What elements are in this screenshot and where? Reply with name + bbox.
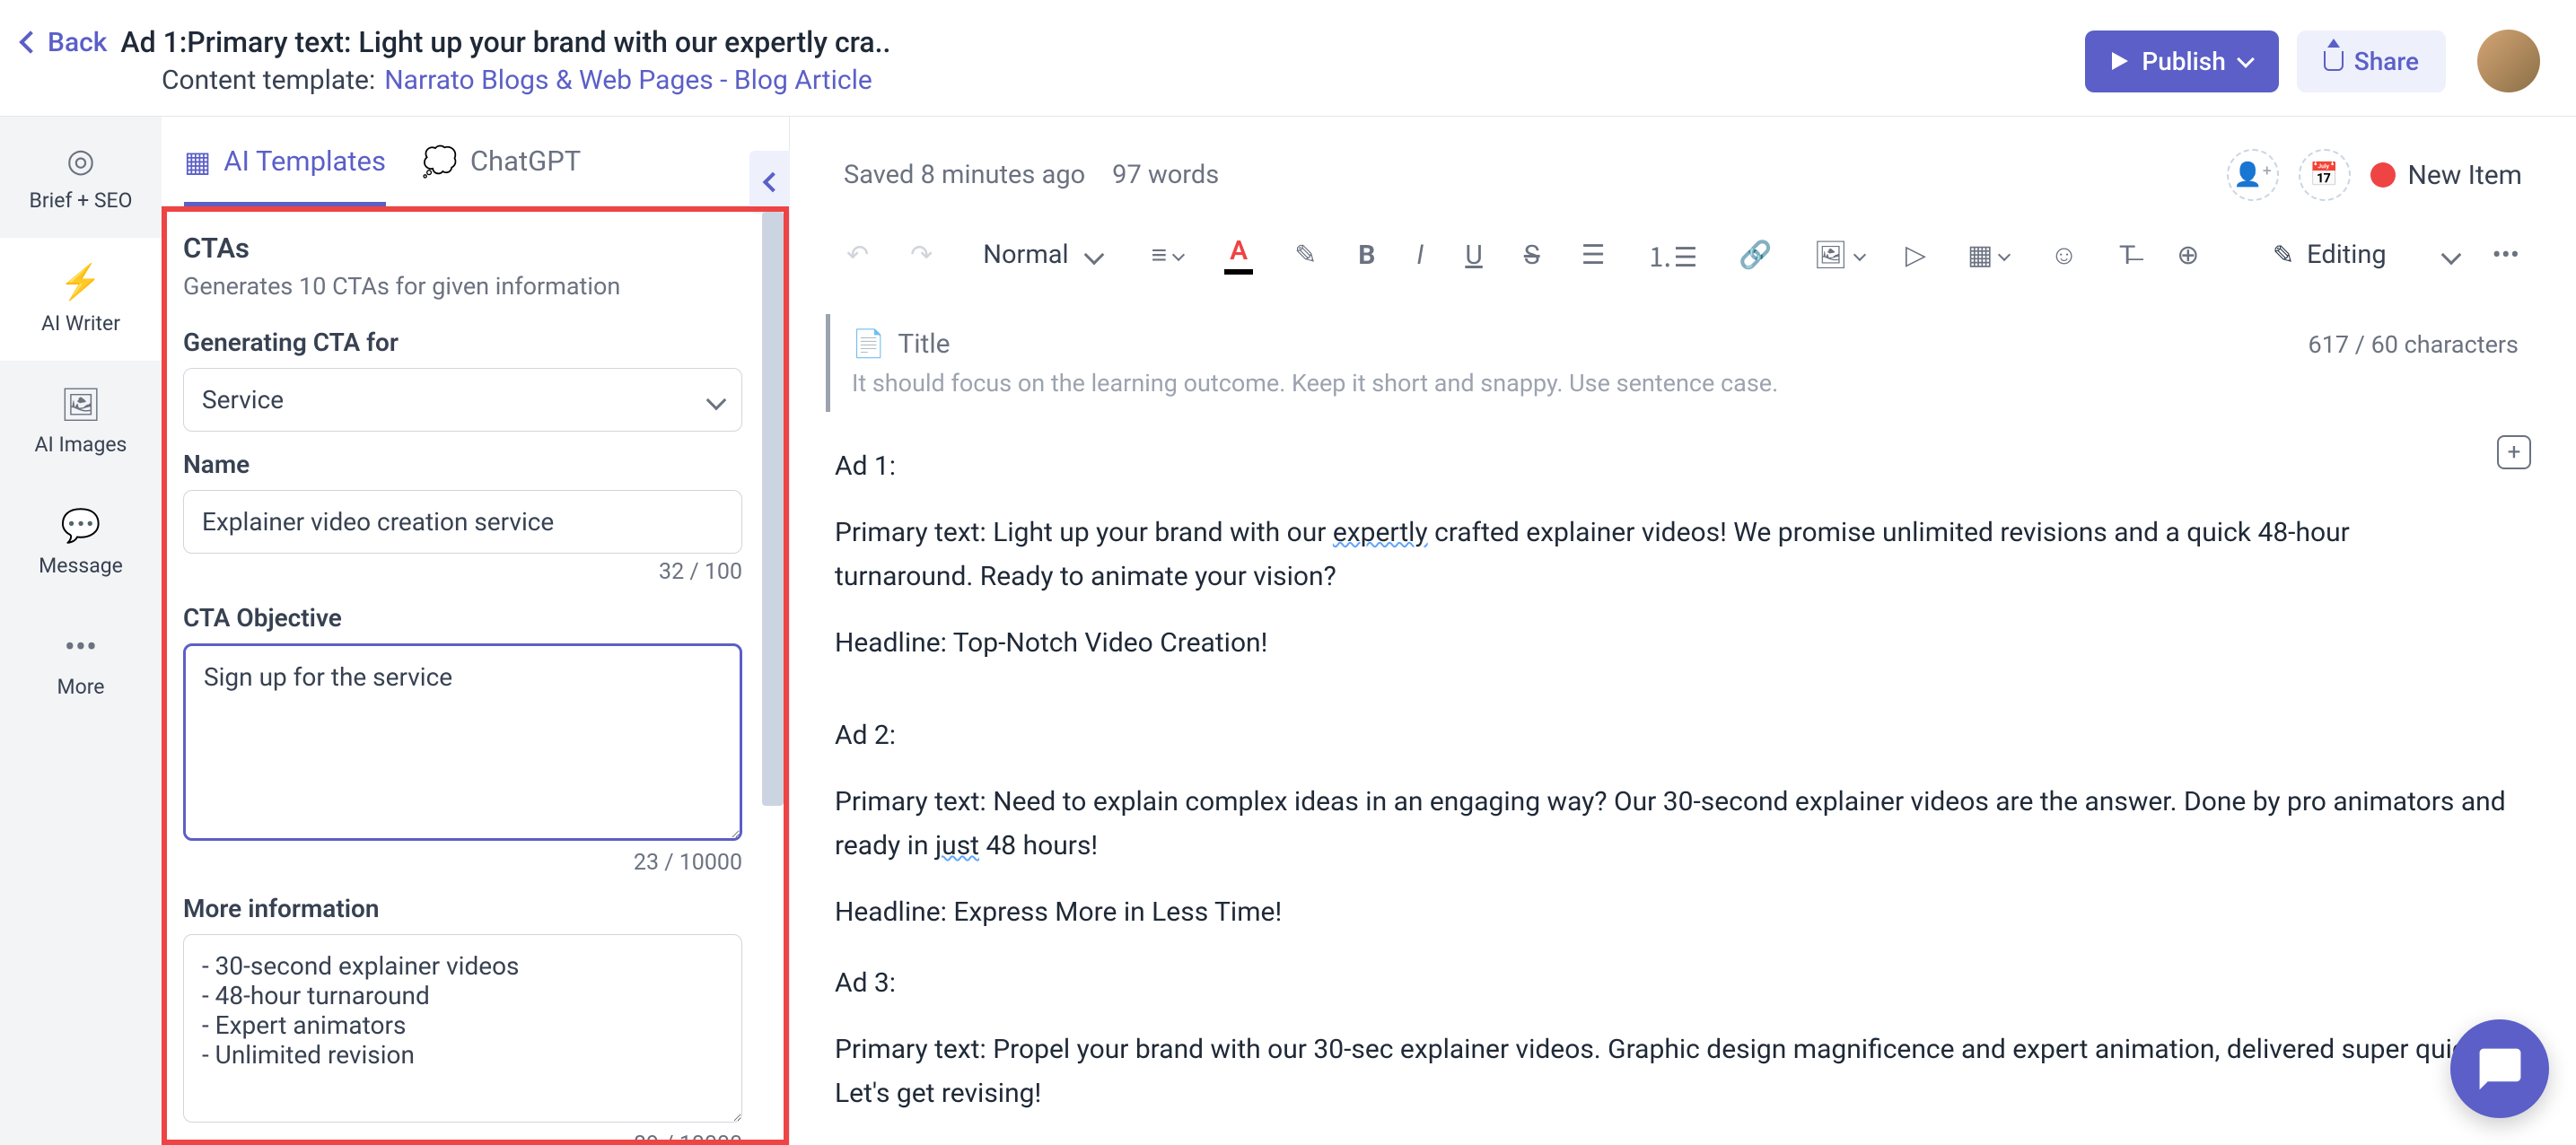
rail-more[interactable]: ••• More [0,603,162,724]
editor-toolbar: ↶ ↷ Normal ≡ A ✎ B I U S ☰ ⒈☰ 🔗 🖼 ▷ ▦ ☺ … [826,219,2540,300]
bolt-icon: ⚡ [59,263,101,302]
ad3-primary: Primary text: Propel your brand with our… [835,1027,2531,1116]
user-avatar[interactable] [2477,30,2540,92]
title-hint: It should focus on the learning outcome.… [852,369,2519,398]
image-button[interactable]: 🖼 [1807,234,1871,276]
upload-icon [2324,51,2344,71]
number-list-button[interactable]: ⒈☰ [1640,230,1705,280]
collapse-panel-button[interactable] [749,151,790,214]
moreinfo-textarea[interactable] [183,934,742,1123]
bold-button[interactable]: B [1351,234,1382,276]
name-input[interactable] [183,490,742,554]
generating-label: Generating CTA for [183,328,742,357]
name-count: 32 / 100 [183,559,742,585]
moreinfo-count: 89 / 10000 [183,1132,742,1145]
name-label: Name [183,450,742,479]
ad2-primary: Primary text: Need to explain complex id… [835,780,2531,869]
link-button[interactable]: 🔗 [1731,234,1779,276]
add-date-button[interactable]: 📅 [2299,149,2351,201]
ad2-number: Ad 2: [835,713,2531,758]
ad3-number: Ad 3: [835,961,2531,1006]
emoji-button[interactable]: ☺ [2043,234,2085,276]
new-item-label[interactable]: New Item [2408,160,2523,191]
redo-button[interactable]: ↷ [903,234,940,276]
chevron-left-icon [762,172,783,193]
chatgpt-icon: 💭 [422,144,458,179]
share-button[interactable]: Share [2297,31,2446,92]
editor-area: Saved 8 minutes ago 97 words 👤⁺ 📅 New It… [790,117,2576,1145]
chat-icon: 💬 [61,507,101,545]
template-label: Content template: [162,65,375,96]
scrollbar[interactable] [762,212,784,806]
chevron-down-icon [1083,245,1104,266]
document-icon: 📄 [852,328,885,360]
generating-select[interactable]: Service [183,368,742,432]
top-header: Back Ad 1:Primary text: Light up your br… [0,0,2576,117]
rail-ai-writer[interactable]: ⚡ AI Writer [0,238,162,361]
chevron-down-icon [706,389,727,410]
tab-ai-templates[interactable]: ▦ AI Templates [184,118,386,205]
clear-format-button[interactable]: T̶ [2112,234,2142,276]
ad3-headline: Headline: Quick, Effective Ad Creativity… [835,1138,2531,1145]
pencil-icon: ✎ [2273,240,2294,271]
chat-icon [2475,1044,2525,1094]
moreinfo-label: More information [183,894,742,923]
chat-support-button[interactable] [2450,1019,2549,1118]
page-title: Ad 1:Primary text: Light up your brand w… [120,25,890,59]
char-count: 617 / 60 characters [2309,330,2519,359]
word-count: 97 words [1112,160,1219,190]
underline-button[interactable]: U [1458,234,1489,276]
objective-label: CTA Objective [183,603,742,633]
title-label: Title [898,328,950,360]
title-block: 📄 Title 617 / 60 characters It should fo… [826,314,2540,412]
send-icon [2112,52,2128,70]
tab-chatgpt[interactable]: 💭 ChatGPT [422,118,581,205]
image-icon: 🖼 [60,386,101,424]
ad1-headline: Headline: Top-Notch Video Creation! [835,621,2461,666]
publish-button[interactable]: Publish [2085,31,2278,92]
objective-count: 23 / 10000 [183,850,742,876]
chevron-down-icon [2440,245,2461,266]
cta-heading: CTAs [183,232,742,265]
video-button[interactable]: ▷ [1898,234,1933,276]
content-body[interactable]: Ad 1: Primary text: Light up your brand … [826,426,2540,1145]
rail-ai-images[interactable]: 🖼 AI Images [0,361,162,482]
objective-textarea[interactable] [183,643,742,841]
saved-status: Saved 8 minutes ago [844,160,1085,190]
back-button[interactable]: Back [22,27,107,58]
more-toolbar-button[interactable]: ••• [2485,234,2527,276]
chevron-down-icon [2237,50,2255,68]
templates-icon: ▦ [184,144,211,179]
italic-button[interactable]: I [1409,234,1431,276]
ad1-primary: Primary text: Light up your brand with o… [835,511,2461,599]
cta-subtitle: Generates 10 CTAs for given information [183,272,742,301]
template-link[interactable]: Narrato Blogs & Web Pages - Blog Article [384,65,872,96]
editing-mode-select[interactable]: ✎ Editing [2273,240,2458,271]
rail-brief-seo[interactable]: ◎ Brief + SEO [0,117,162,238]
chevron-left-icon [19,31,41,53]
left-rail: ◎ Brief + SEO ⚡ AI Writer 🖼 AI Images 💬 … [0,117,162,1145]
bullet-list-button[interactable]: ☰ [1574,234,1613,276]
add-comment-button[interactable]: + [2497,435,2531,469]
strike-button[interactable]: S [1517,234,1547,276]
add-section-button[interactable]: ⊕ [2169,234,2206,276]
undo-button[interactable]: ↶ [839,234,876,276]
ad2-headline: Headline: Express More in Less Time! [835,890,2531,935]
highlight-button[interactable]: ✎ [1287,234,1324,276]
align-button[interactable]: ≡ [1144,234,1191,276]
rail-message[interactable]: 💬 Message [0,482,162,603]
table-button[interactable]: ▦ [1960,234,2016,276]
status-dot [2370,162,2396,188]
back-label: Back [48,27,107,58]
target-icon: ◎ [66,142,94,179]
add-user-button[interactable]: 👤⁺ [2227,149,2279,201]
font-color-button[interactable]: A [1217,230,1260,280]
ad1-number: Ad 1: [835,444,2461,489]
more-icon: ••• [65,628,97,666]
style-select[interactable]: Normal [967,234,1117,275]
ai-panel: ▦ AI Templates 💭 ChatGPT CTAs Generates … [162,117,790,1145]
